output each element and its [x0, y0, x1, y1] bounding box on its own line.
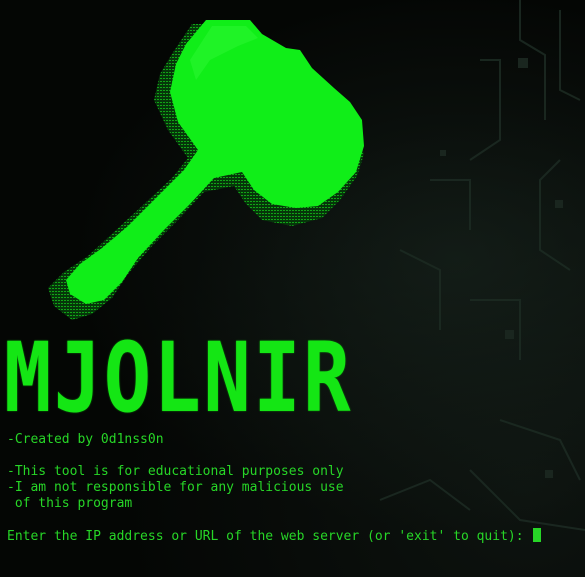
app-title: MJOLNIR	[4, 322, 353, 434]
disclaimer-line: -I am not responsible for any malicious …	[7, 480, 344, 495]
prompt-text: Enter the IP address or URL of the web s…	[7, 529, 532, 544]
terminal-window: MJOLNIR -Created by 0d1nss0n -This tool …	[0, 0, 585, 577]
disclaimer-line: of this program	[7, 496, 133, 511]
disclaimer-line: -This tool is for educational purposes o…	[7, 464, 344, 479]
hammer-icon	[48, 20, 364, 320]
credit-line: -Created by 0d1nss0n	[7, 432, 164, 447]
command-prompt[interactable]: Enter the IP address or URL of the web s…	[7, 528, 542, 545]
text-cursor[interactable]	[533, 528, 542, 542]
